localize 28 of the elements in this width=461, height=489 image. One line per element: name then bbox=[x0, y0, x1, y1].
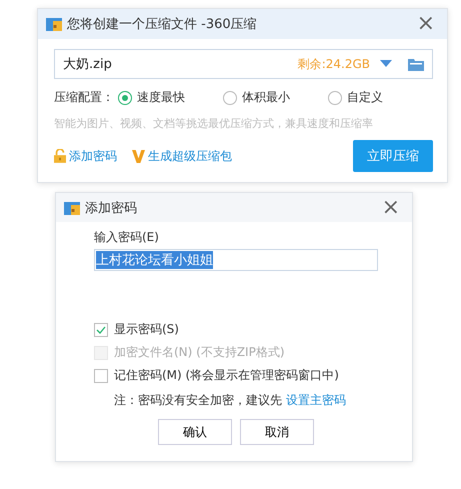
radio-option[interactable]: 体积最小 bbox=[223, 89, 328, 106]
window-title: 添加密码 bbox=[85, 200, 138, 216]
radio-option[interactable]: 自定义 bbox=[328, 89, 433, 106]
folder-icon[interactable] bbox=[408, 58, 424, 70]
password-label: 输入密码(E) bbox=[94, 229, 160, 246]
archive-icon bbox=[64, 200, 80, 216]
checkbox-option[interactable]: 记住密码(M) (将会显示在管理密码窗口中) bbox=[94, 367, 412, 384]
password-field[interactable]: 上村花论坛看小姐姐 bbox=[94, 249, 378, 271]
master-password-link[interactable]: 设置主密码 bbox=[286, 393, 346, 407]
config-label: 压缩配置： bbox=[54, 89, 114, 106]
lock-icon bbox=[54, 149, 66, 163]
hint-text: 智能为图片、视频、文档等挑选最优压缩方式，兼具速度和压缩率 bbox=[54, 116, 374, 131]
close-button[interactable]: × bbox=[412, 13, 439, 35]
add-password-link[interactable]: 添加密码 bbox=[69, 148, 117, 164]
window-title: 您将创建一个压缩文件 -360压缩 bbox=[67, 16, 258, 33]
file-name-field[interactable]: 大奶.zip 剩余:24.2GB bbox=[54, 49, 433, 79]
free-space: 剩余:24.2GB bbox=[298, 56, 370, 72]
dialog-button[interactable]: 取消 bbox=[240, 419, 314, 445]
dropdown-icon[interactable] bbox=[380, 60, 392, 68]
checkbox-option[interactable]: 显示密码(S) bbox=[94, 321, 412, 338]
archive-icon bbox=[46, 16, 62, 32]
file-name: 大奶.zip bbox=[63, 56, 113, 73]
dialog-button[interactable]: 确认 bbox=[158, 419, 232, 445]
super-package-link[interactable]: 生成超级压缩包 bbox=[148, 148, 232, 164]
v-icon bbox=[132, 150, 145, 162]
radio-option[interactable]: 速度最快 bbox=[118, 89, 223, 106]
close-button[interactable]: × bbox=[378, 196, 404, 218]
note-text: 注：密码没有安全加密，建议先 bbox=[114, 393, 282, 407]
